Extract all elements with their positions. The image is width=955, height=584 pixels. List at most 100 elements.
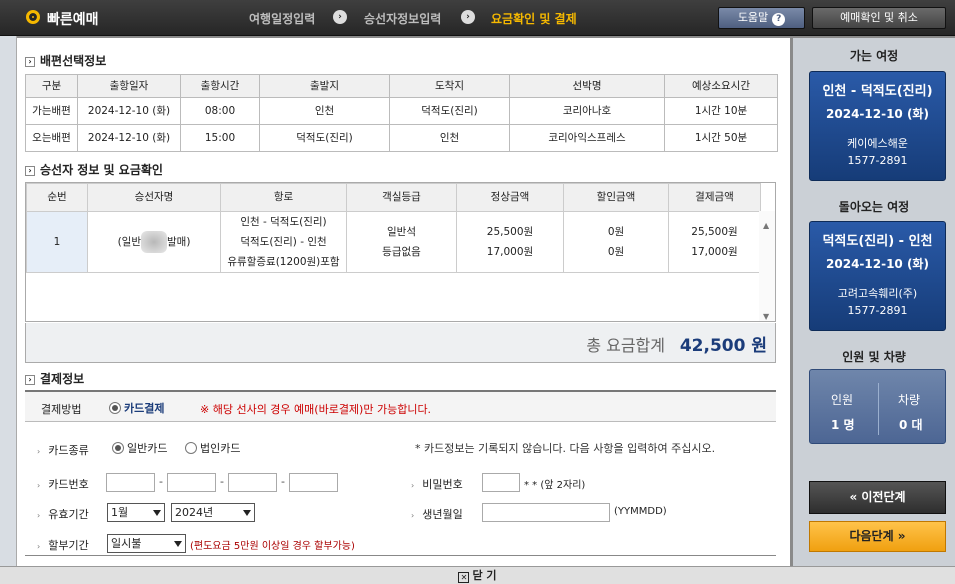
booking-check-button[interactable]: 예매확인 및 취소	[812, 7, 946, 29]
table-header: 구분 출항일자 출항시간 출발지 도착지 선박명 예상소요시간	[25, 74, 778, 98]
passenger-table-container[interactable]: 순번 승선자명 항로 객실등급 정상금액 할인금액 결제금액 1 (일반 발매) …	[25, 182, 776, 322]
outbound-phone: 1577-2891	[847, 154, 908, 167]
card-number-input-3[interactable]	[228, 473, 277, 492]
price-line: 17,000원	[691, 246, 738, 258]
discount-cell: 0원 0원	[563, 211, 669, 273]
section-title: 결제정보	[40, 372, 85, 386]
step-schedule: 여행일정입력	[249, 12, 316, 26]
price-line: 25,500원	[486, 226, 534, 238]
table-cell: 덕적도(진리)	[389, 97, 510, 125]
help-button[interactable]: 도움말?	[718, 7, 805, 29]
vehicle-label: 차량	[898, 393, 921, 407]
label-text: 카드번호	[48, 478, 89, 491]
outbound-operator: 케이에스해운	[847, 137, 908, 150]
prev-step-button[interactable]: « 이전단계	[809, 481, 946, 514]
payment-notice: ※ 해당 선사의 경우 예매(바로결제)만 가능합니다.	[200, 403, 432, 416]
expiry-month-select[interactable]: 1월	[107, 503, 165, 522]
table-scrollbar[interactable]: ▲ ▼	[759, 211, 775, 321]
bullet-icon: ›	[37, 447, 41, 456]
return-date: 2024-12-10 (화)	[826, 257, 929, 271]
label-text: 생년월일	[422, 508, 463, 521]
scroll-up-icon[interactable]: ▲	[763, 221, 769, 230]
step-payment: 요금확인 및 결제	[491, 12, 577, 26]
birth-input[interactable]	[482, 503, 610, 522]
header-bar: 빠른예매 여행일정입력 › 승선자정보입력 › 요금확인 및 결제 도움말? 예…	[0, 0, 955, 36]
normal-price-cell: 25,500원 17,000원	[456, 211, 564, 273]
bullet-icon: ›	[37, 481, 41, 490]
select-value: 일시불	[111, 537, 142, 550]
booking-window: 빠른예매 여행일정입력 › 승선자정보입력 › 요금확인 및 결제 도움말? 예…	[0, 0, 955, 584]
return-card: 덕적도(진리) - 인천 2024-12-10 (화) 고려고속훼리(주) 15…	[809, 221, 946, 331]
table-cell: 인천	[389, 124, 510, 152]
chevron-right-icon: ›	[333, 10, 347, 24]
dash: -	[281, 475, 285, 488]
chevron-down-icon	[243, 510, 251, 516]
password-input[interactable]	[482, 473, 520, 492]
footer-bar: ✕ 닫 기	[0, 566, 955, 584]
outbound-route: 인천 - 덕적도(진리)	[822, 84, 933, 99]
card-form: › 카드종류 일반카드 법인카드 * 카드정보는 기록되지 않습니다. 다음 사항…	[25, 422, 776, 556]
radio-selected-icon[interactable]	[112, 442, 124, 454]
card-number-input-4[interactable]	[289, 473, 338, 492]
card-number-input-2[interactable]	[167, 473, 216, 492]
schedule-table: 구분 출항일자 출항시간 출발지 도착지 선박명 예상소요시간 가는배편 202…	[25, 74, 778, 152]
close-icon[interactable]: ✕	[458, 572, 470, 583]
card-corporate-radio[interactable]: 법인카드	[185, 440, 240, 456]
radio-label: 법인카드	[200, 442, 241, 455]
scroll-down-icon[interactable]: ▼	[763, 312, 769, 321]
expiry-label: › 유효기간	[37, 506, 89, 522]
total-bar: 총 요금합계 42,500 원	[25, 323, 776, 363]
section-title: 배편선택정보	[40, 54, 107, 68]
table-row: 오는배편 2024-12-10 (화) 15:00 덕적도(진리) 인천 코리아…	[25, 124, 778, 152]
table-cell: 2024-12-10 (화)	[77, 97, 181, 125]
table-cell: 코리아나호	[509, 97, 665, 125]
payment-method-label: 결제방법	[41, 403, 82, 416]
table-cell: 2024-12-10 (화)	[77, 124, 181, 152]
installment-label: › 할부기간	[37, 537, 89, 553]
installment-select[interactable]: 일시불	[107, 534, 186, 553]
radio-icon[interactable]	[185, 442, 197, 454]
step-passenger: 승선자정보입력	[364, 12, 442, 26]
table-cell: 1시간 10분	[664, 97, 778, 125]
bullet-icon: ›	[37, 542, 41, 551]
expiry-year-select[interactable]: 2024년	[171, 503, 255, 522]
column-header: 출발지	[259, 74, 390, 98]
bullet-icon: ›	[411, 511, 415, 520]
chevron-right-icon: ›	[25, 375, 35, 385]
row-number: 1	[26, 211, 88, 273]
birth-label: › 생년월일	[411, 506, 463, 522]
radio-selected-icon[interactable]	[109, 402, 121, 414]
bullet-icon: ›	[37, 511, 41, 520]
close-label: 닫 기	[472, 569, 497, 582]
section-title: 승선자 정보 및 요금확인	[40, 163, 163, 177]
price-line: 0원	[607, 226, 625, 238]
price-line: 25,500원	[691, 226, 738, 238]
people-box: 인원 1 명 차량 0 대	[809, 369, 946, 444]
chevron-right-icon: ›	[25, 57, 35, 67]
close-button[interactable]: ✕ 닫 기	[458, 569, 497, 583]
return-title: 돌아오는 여정	[838, 200, 910, 214]
left-edge	[0, 36, 17, 566]
question-icon: ?	[772, 13, 786, 26]
divider	[878, 383, 879, 435]
grade-line: 일반석	[387, 226, 416, 238]
next-step-button[interactable]: 다음단계 »	[809, 521, 946, 552]
label-text: 비밀번호	[422, 478, 463, 491]
passenger-table: 순번 승선자명 항로 객실등급 정상금액 할인금액 결제금액 1 (일반 발매) …	[26, 183, 761, 273]
route-line: 덕적도(진리) - 인천	[240, 236, 327, 248]
people-title: 인원 및 차량	[842, 350, 906, 364]
vehicle-value: 0 대	[899, 418, 923, 432]
section-payment: › 결제정보	[25, 370, 84, 387]
card-payment-radio[interactable]: 카드결제	[109, 400, 164, 416]
payment-method-row: 결제방법 카드결제 ※ 해당 선사의 경우 예매(바로결제)만 가능합니다.	[25, 390, 776, 422]
route-line: 유류할증료(1200원)포함	[227, 256, 340, 268]
radio-label: 일반카드	[127, 442, 168, 455]
table-cell: 인천	[259, 97, 390, 125]
route-line: 인천 - 덕적도(진리)	[240, 216, 327, 228]
passenger-name: (일반 발매)	[87, 211, 221, 273]
route-cell: 인천 - 덕적도(진리) 덕적도(진리) - 인천유류할증료(1200원)포함	[220, 211, 347, 273]
column-header: 구분	[25, 74, 78, 98]
card-number-input-1[interactable]	[106, 473, 155, 492]
birth-hint: (YYMMDD)	[614, 506, 667, 517]
card-personal-radio[interactable]: 일반카드	[112, 440, 167, 456]
